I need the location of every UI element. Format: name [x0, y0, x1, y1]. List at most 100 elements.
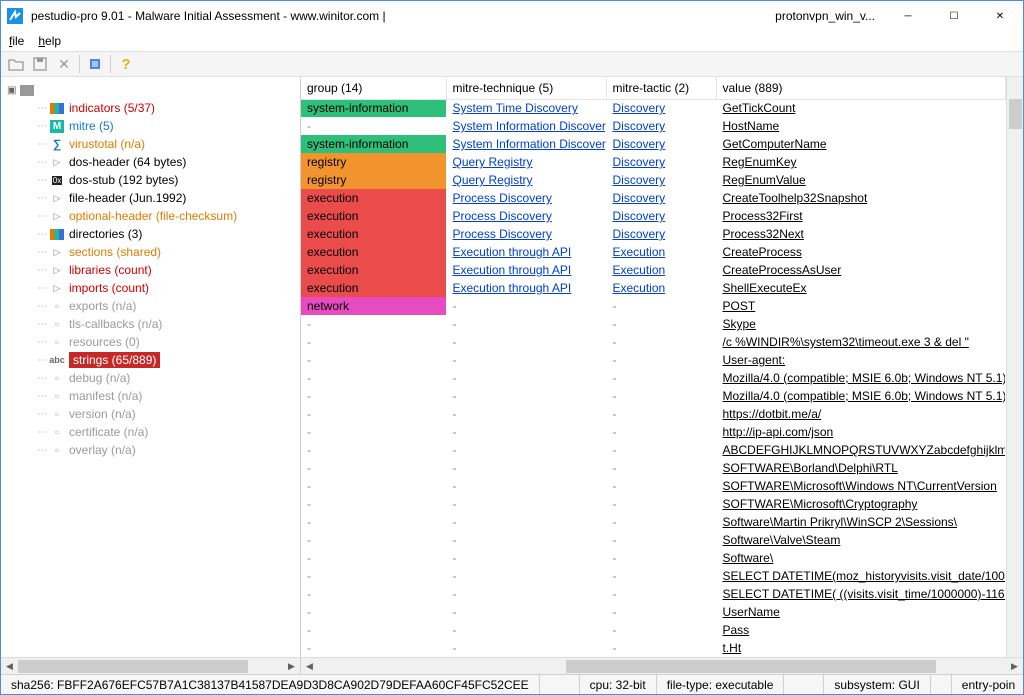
cell-tactic[interactable]: Execution — [606, 243, 716, 261]
cell-tactic[interactable]: Discovery — [606, 117, 716, 135]
grid-vertical-scrollbar[interactable] — [1006, 77, 1023, 657]
table-row[interactable]: executionProcess DiscoveryDiscoveryProce… — [301, 225, 1006, 243]
cell-tactic[interactable]: Discovery — [606, 207, 716, 225]
close-button[interactable]: ✕ — [977, 1, 1023, 31]
cell-value[interactable]: SOFTWARE\Microsoft\Cryptography — [716, 495, 1006, 513]
table-row[interactable]: ---Software\ — [301, 549, 1006, 567]
menu-file[interactable]: file — [9, 34, 24, 48]
about-icon[interactable]: ? — [117, 55, 135, 73]
cell-tactic[interactable]: Discovery — [606, 153, 716, 171]
cell-technique[interactable]: Query Registry — [446, 171, 606, 189]
table-row[interactable]: ---Pass — [301, 621, 1006, 639]
cell-value[interactable]: CreateProcessAsUser — [716, 261, 1006, 279]
cell-value[interactable]: SOFTWARE\Microsoft\Windows NT\CurrentVer… — [716, 477, 1006, 495]
tree-item[interactable]: ⋯▷dos-header (64 bytes) — [1, 153, 300, 171]
tree-item[interactable]: ⋯abcstrings (65/889) — [1, 351, 300, 369]
col-value[interactable]: value (889) — [716, 77, 1006, 99]
cell-value[interactable]: UserName — [716, 603, 1006, 621]
cell-value[interactable]: CreateToolhelp32Snapshot — [716, 189, 1006, 207]
table-row[interactable]: ---Software\Martin Prikryl\WinSCP 2\Sess… — [301, 513, 1006, 531]
cell-value[interactable]: Software\Valve\Steam — [716, 531, 1006, 549]
cell-tactic[interactable]: Execution — [606, 279, 716, 297]
grid-horizontal-scrollbar[interactable]: ◀ ▶ — [301, 657, 1023, 674]
table-row[interactable]: executionExecution through APIExecutionC… — [301, 243, 1006, 261]
cell-value[interactable]: Process32First — [716, 207, 1006, 225]
cell-tactic[interactable]: Discovery — [606, 99, 716, 117]
cell-technique[interactable]: Execution through API — [446, 279, 606, 297]
tree-item[interactable]: ⋯▫tls-callbacks (n/a) — [1, 315, 300, 333]
cell-value[interactable]: CreateProcess — [716, 243, 1006, 261]
table-row[interactable]: ---Skype — [301, 315, 1006, 333]
cell-tactic[interactable]: Discovery — [606, 135, 716, 153]
cell-value[interactable]: http://ip-api.com/json — [716, 423, 1006, 441]
tree-item[interactable]: ⋯▫certificate (n/a) — [1, 423, 300, 441]
cell-value[interactable]: User-agent: — [716, 351, 1006, 369]
tree-item[interactable]: ⋯▫debug (n/a) — [1, 369, 300, 387]
tree-item[interactable]: ⋯▫overlay (n/a) — [1, 441, 300, 459]
table-row[interactable]: executionProcess DiscoveryDiscoveryProce… — [301, 207, 1006, 225]
tree-item[interactable]: ⋯▷optional-header (file-checksum) — [1, 207, 300, 225]
cell-value[interactable]: Software\Martin Prikryl\WinSCP 2\Session… — [716, 513, 1006, 531]
table-row[interactable]: ---https://dotbit.me/a/ — [301, 405, 1006, 423]
strings-grid[interactable]: group (14) mitre-technique (5) mitre-tac… — [301, 77, 1006, 657]
cell-technique[interactable]: Execution through API — [446, 243, 606, 261]
cell-technique[interactable]: Execution through API — [446, 261, 606, 279]
table-row[interactable]: ---t.Ht — [301, 639, 1006, 657]
table-row[interactable]: registryQuery RegistryDiscoveryRegEnumVa… — [301, 171, 1006, 189]
cell-value[interactable]: GetTickCount — [716, 99, 1006, 117]
table-row[interactable]: executionExecution through APIExecutionC… — [301, 261, 1006, 279]
tree-item[interactable]: ⋯0xdos-stub (192 bytes) — [1, 171, 300, 189]
settings-icon[interactable] — [86, 55, 104, 73]
menu-help[interactable]: help — [38, 34, 61, 48]
cell-technique[interactable]: Process Discovery — [446, 189, 606, 207]
col-technique[interactable]: mitre-technique (5) — [446, 77, 606, 99]
cell-value[interactable]: SELECT DATETIME(moz_historyvisits.visit_… — [716, 567, 1006, 585]
cell-value[interactable]: SELECT DATETIME( ((visits.visit_time/100… — [716, 585, 1006, 603]
table-row[interactable]: ---User-agent: — [301, 351, 1006, 369]
open-icon[interactable] — [7, 55, 25, 73]
cell-value[interactable]: POST — [716, 297, 1006, 315]
cell-value[interactable]: RegEnumValue — [716, 171, 1006, 189]
cell-value[interactable]: ABCDEFGHIJKLMNOPQRSTUVWXYZabcdefghijklmn… — [716, 441, 1006, 459]
table-row[interactable]: ---http://ip-api.com/json — [301, 423, 1006, 441]
cell-technique[interactable]: Query Registry — [446, 153, 606, 171]
tree-item[interactable]: ⋯▷sections (shared) — [1, 243, 300, 261]
cell-technique[interactable]: System Information Discovery — [446, 135, 606, 153]
tree-item[interactable]: ⋯indicators (5/37) — [1, 99, 300, 117]
cell-value[interactable]: Process32Next — [716, 225, 1006, 243]
tree-item[interactable]: ⋯▫manifest (n/a) — [1, 387, 300, 405]
table-row[interactable]: system-informationSystem Time DiscoveryD… — [301, 99, 1006, 117]
cell-value[interactable]: RegEnumKey — [716, 153, 1006, 171]
table-row[interactable]: executionExecution through APIExecutionS… — [301, 279, 1006, 297]
table-row[interactable]: ---Mozilla/4.0 (compatible; MSIE 6.0b; W… — [301, 387, 1006, 405]
cell-value[interactable]: Software\ — [716, 549, 1006, 567]
sidebar-horizontal-scrollbar[interactable]: ◀ ▶ — [1, 657, 300, 674]
cell-value[interactable]: SOFTWARE\Borland\Delphi\RTL — [716, 459, 1006, 477]
maximize-button[interactable]: ☐ — [931, 1, 977, 31]
cell-value[interactable]: Mozilla/4.0 (compatible; MSIE 6.0b; Wind… — [716, 387, 1006, 405]
cell-value[interactable]: https://dotbit.me/a/ — [716, 405, 1006, 423]
tree-view[interactable]: ▣ ⋯indicators (5/37)⋯Mmitre (5)⋯∑virusto… — [1, 77, 300, 657]
table-row[interactable]: ---Software\Valve\Steam — [301, 531, 1006, 549]
tree-item[interactable]: ⋯∑virustotal (n/a) — [1, 135, 300, 153]
cell-technique[interactable]: System Time Discovery — [446, 99, 606, 117]
cell-technique[interactable]: Process Discovery — [446, 207, 606, 225]
tree-item[interactable]: ⋯▫version (n/a) — [1, 405, 300, 423]
cell-value[interactable]: Skype — [716, 315, 1006, 333]
table-row[interactable]: ---SOFTWARE\Microsoft\Windows NT\Current… — [301, 477, 1006, 495]
table-row[interactable]: registryQuery RegistryDiscoveryRegEnumKe… — [301, 153, 1006, 171]
table-row[interactable]: network--POST — [301, 297, 1006, 315]
cell-value[interactable]: ShellExecuteEx — [716, 279, 1006, 297]
col-group[interactable]: group (14) — [301, 77, 446, 99]
cell-tactic[interactable]: Discovery — [606, 171, 716, 189]
col-tactic[interactable]: mitre-tactic (2) — [606, 77, 716, 99]
cell-value[interactable]: HostName — [716, 117, 1006, 135]
table-row[interactable]: executionProcess DiscoveryDiscoveryCreat… — [301, 189, 1006, 207]
table-row[interactable]: ---Mozilla/4.0 (compatible; MSIE 6.0b; W… — [301, 369, 1006, 387]
table-row[interactable]: ---/c %WINDIR%\system32\timeout.exe 3 & … — [301, 333, 1006, 351]
cell-value[interactable]: Pass — [716, 621, 1006, 639]
tree-item[interactable]: ⋯▷file-header (Jun.1992) — [1, 189, 300, 207]
minimize-button[interactable]: ─ — [885, 1, 931, 31]
save-icon[interactable] — [31, 55, 49, 73]
cell-tactic[interactable]: Execution — [606, 261, 716, 279]
